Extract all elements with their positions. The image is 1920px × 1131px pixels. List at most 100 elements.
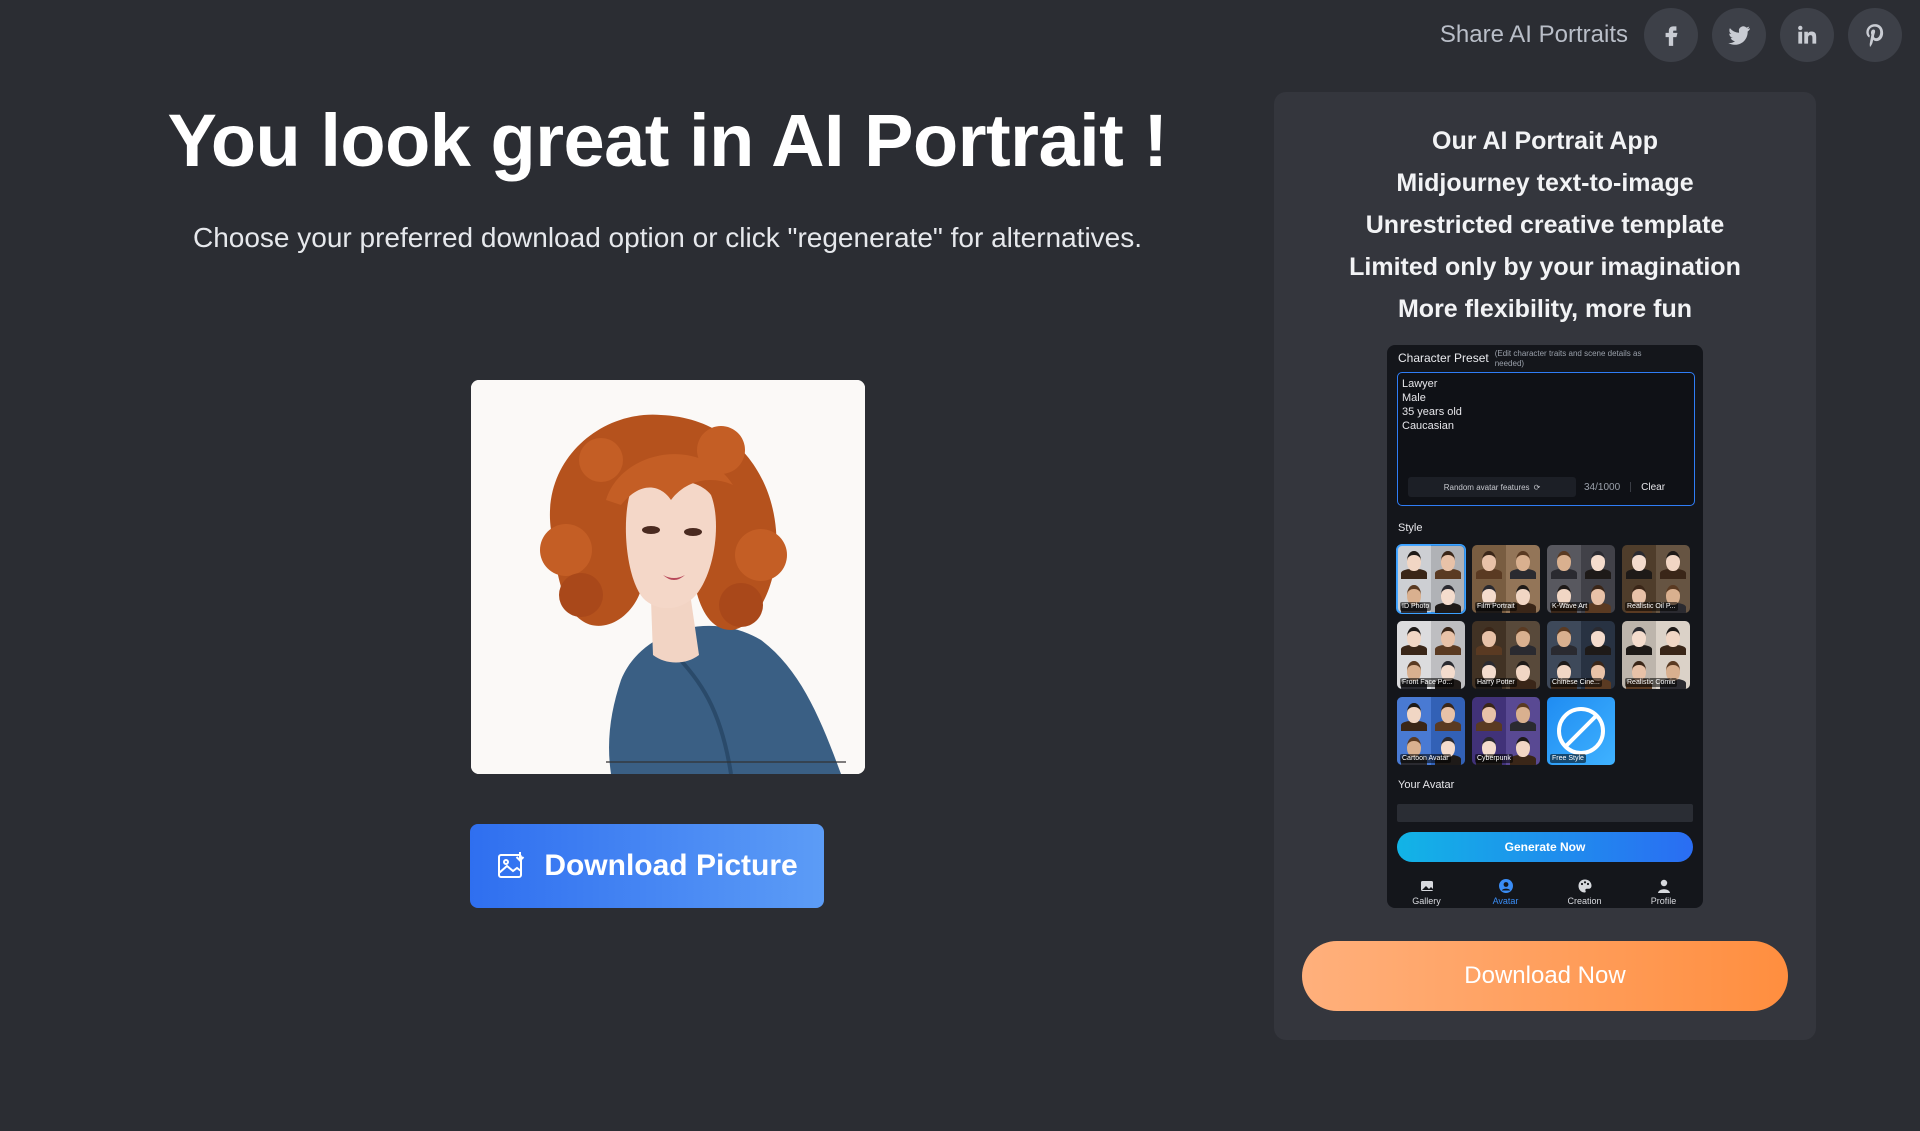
no-style-icon [1557,707,1605,755]
avatar-icon [1498,879,1513,893]
share-bar: Share AI Portraits [1440,8,1902,62]
style-grid: ID Photo Film Portrait K-Wave Art Realistic… [1396,544,1690,765]
thumb-face [1557,551,1571,571]
download-picture-button[interactable]: Download Picture [470,824,824,908]
character-preset-title: Character Preset [1398,351,1489,365]
feature-list: Our AI Portrait App Midjourney text-to-i… [1274,120,1816,330]
style-tile-label: Harry Potter [1475,678,1517,687]
download-picture-label: Download Picture [544,849,798,882]
portrait-thumb [1397,621,1431,655]
twitter-icon [1728,26,1750,45]
portrait-thumb [1622,545,1656,579]
thumb-face [1516,703,1530,723]
clear-button[interactable]: Clear [1641,482,1665,493]
thumb-face [1666,627,1680,647]
thumb-face [1591,585,1605,605]
style-tile-label: Film Portrait [1475,602,1517,611]
preset-line: 35 years old [1402,406,1462,418]
nav-avatar[interactable]: Avatar [1471,874,1541,908]
pinterest-icon [1866,24,1884,47]
portrait-illustration [471,380,865,774]
thumb-face [1557,627,1571,647]
avatar-input[interactable] [1397,804,1693,822]
app-promo-panel: Our AI Portrait App Midjourney text-to-i… [1274,92,1816,1040]
thumb-face [1407,627,1421,647]
thumb-face [1407,551,1421,571]
portrait-thumb [1472,621,1506,655]
style-tile-label: Chinese Cine... [1550,678,1602,687]
portrait-thumb [1656,545,1690,579]
style-tile[interactable]: Film Portrait [1472,545,1540,613]
nav-label: Gallery [1412,896,1441,906]
style-tile[interactable]: Chinese Cine... [1547,621,1615,689]
thumb-face [1666,551,1680,571]
share-label: Share AI Portraits [1439,21,1628,48]
nav-label: Avatar [1492,896,1519,906]
style-tile-label: Realistic Oil P... [1625,602,1678,611]
linkedin-button[interactable] [1780,8,1834,62]
portrait-thumb [1506,697,1540,731]
feature-item: Unrestricted creative template [1365,211,1725,239]
style-tile[interactable]: Free Style [1547,697,1615,765]
refresh-icon: ⟳ [1533,482,1541,492]
character-preset-textarea[interactable]: Lawyer Male 35 years old Caucasian Rando… [1397,372,1695,506]
thumb-face [1591,551,1605,571]
style-tile-label: Cartoon Avatar [1400,754,1451,763]
style-tile[interactable]: Realistic Comic [1622,621,1690,689]
thumb-face [1441,627,1455,647]
preset-lines: Lawyer Male 35 years old Caucasian [1402,377,1462,433]
image-download-icon [498,852,525,878]
download-now-button[interactable]: Download Now [1302,941,1788,1011]
thumb-face [1441,703,1455,723]
style-label: Style [1398,522,1423,534]
pinterest-button[interactable] [1848,8,1902,62]
portrait-thumb [1431,621,1465,655]
random-avatar-button[interactable]: Random avatar features ⟳ [1408,477,1576,497]
portrait-thumb [1506,621,1540,655]
nav-creation[interactable]: Creation [1550,874,1620,908]
thumb-face [1482,703,1496,723]
style-tile-label: ID Photo [1400,602,1432,611]
preset-actions: Random avatar features ⟳ 34/1000 Clear [1408,477,1686,497]
style-tile-label: Free Style [1550,754,1586,763]
thumb-face [1632,551,1646,571]
style-tile[interactable]: K-Wave Art [1547,545,1615,613]
portrait-thumb [1472,545,1506,579]
portrait-thumb [1581,545,1615,579]
nav-profile[interactable]: Profile [1629,874,1699,908]
thumb-face [1516,551,1530,571]
thumb-face [1407,703,1421,723]
portrait-thumb [1397,545,1431,579]
style-tile[interactable]: Front Face Po... [1397,621,1465,689]
style-tile[interactable]: ID Photo [1396,544,1466,614]
style-tile[interactable]: Realistic Oil P... [1622,545,1690,613]
portrait-thumb [1431,697,1465,731]
portrait-thumb [1656,621,1690,655]
portrait-thumb [1547,621,1581,655]
preset-line: Caucasian [1402,420,1454,432]
style-tile[interactable]: Cyberpunk [1472,697,1540,765]
style-tile-label: K-Wave Art [1550,602,1590,611]
twitter-button[interactable] [1712,8,1766,62]
facebook-icon [1665,26,1678,46]
feature-item: More flexibility, more fun [1397,295,1693,323]
preset-line: Male [1402,392,1426,404]
feature-item: Our AI Portrait App [1432,127,1658,155]
your-avatar-label: Your Avatar [1398,779,1455,791]
nav-label: Profile [1650,896,1677,906]
character-preset-hint: (Edit character traits and scene details… [1494,349,1642,368]
facebook-button[interactable] [1644,8,1698,62]
thumb-face [1441,585,1455,605]
character-preset-header: Character Preset (Edit character traits … [1398,349,1655,369]
app-screenshot: Character Preset (Edit character traits … [1387,345,1703,908]
style-tile[interactable]: Harry Potter [1472,621,1540,689]
style-tile[interactable]: Cartoon Avatar [1397,697,1465,765]
nav-gallery[interactable]: Gallery [1392,874,1462,908]
palette-icon [1578,879,1591,893]
feature-item: Limited only by your imagination [1349,253,1741,281]
divider [1630,482,1632,492]
generate-now-button[interactable]: Generate Now [1397,832,1693,862]
portrait-thumb [1472,697,1506,731]
portrait-thumb [1547,545,1581,579]
style-tile-label: Cyberpunk [1475,754,1513,763]
